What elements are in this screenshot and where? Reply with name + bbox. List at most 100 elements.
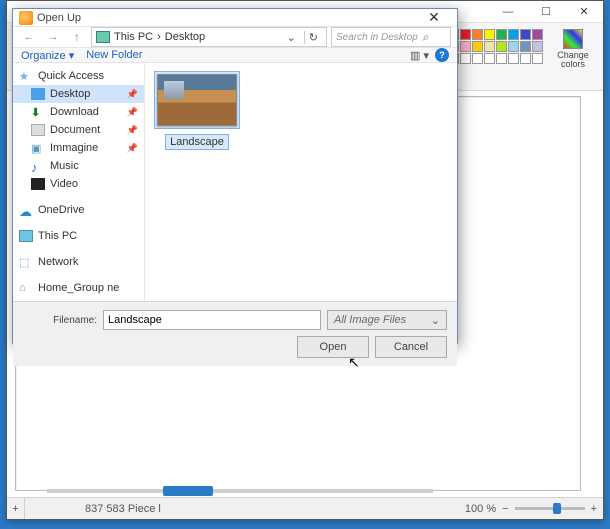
dialog-titlebar: Open Up ✕ bbox=[13, 9, 457, 27]
open-button[interactable]: Open ↖ bbox=[297, 336, 369, 358]
sidebar-item-label: OneDrive bbox=[38, 204, 84, 216]
color-swatch[interactable] bbox=[532, 53, 543, 64]
sidebar-item-desktop[interactable]: Desktop📌 bbox=[13, 85, 144, 103]
color-swatch[interactable] bbox=[520, 41, 531, 52]
color-swatch[interactable] bbox=[520, 53, 531, 64]
color-swatch[interactable] bbox=[508, 53, 519, 64]
color-swatch[interactable] bbox=[484, 29, 495, 40]
search-icon: Search in Desktop bbox=[336, 32, 418, 43]
crumb-desktop[interactable]: Desktop bbox=[165, 31, 205, 43]
sidebar-item-video[interactable]: Video bbox=[13, 175, 144, 193]
color-swatch[interactable] bbox=[508, 41, 519, 52]
pc-icon bbox=[19, 230, 33, 242]
color-swatch[interactable] bbox=[460, 53, 471, 64]
sidebar-item-network[interactable]: Network bbox=[13, 253, 144, 271]
filename-label: Filename: bbox=[23, 315, 97, 326]
color-swatch[interactable] bbox=[460, 41, 471, 52]
sidebar-item-label: Home_Group ne bbox=[38, 282, 119, 294]
crumb-pc[interactable]: This PC bbox=[114, 31, 153, 43]
pin-icon: 📌 bbox=[127, 89, 138, 100]
file-type-filter[interactable]: All Image Files bbox=[327, 310, 447, 330]
color-swatch[interactable] bbox=[484, 41, 495, 52]
breadcrumb-dropdown[interactable]: ⌄ bbox=[283, 31, 300, 44]
thumbnail-label: Landscape bbox=[165, 134, 229, 150]
sidebar-item-label: Video bbox=[50, 178, 78, 190]
color-swatch[interactable] bbox=[484, 53, 495, 64]
video-icon bbox=[31, 178, 45, 190]
view-mode-button[interactable]: ▥ ▾ bbox=[410, 49, 429, 62]
canvas-dimensions: 837 583 Piece l bbox=[85, 503, 161, 515]
color-swatch[interactable] bbox=[532, 29, 543, 40]
organize-menu[interactable]: Organize ▾ bbox=[21, 49, 74, 62]
color-swatch[interactable] bbox=[496, 41, 507, 52]
color-swatch[interactable] bbox=[460, 29, 471, 40]
up-button[interactable]: ↑ bbox=[67, 27, 87, 47]
sidebar-item-this-pc[interactable]: This PC bbox=[13, 227, 144, 245]
change-colors-label: Change colors bbox=[549, 51, 597, 69]
color-swatch[interactable] bbox=[520, 29, 531, 40]
dialog-bottom: Filename: All Image Files Open ↖ Cancel bbox=[13, 301, 457, 366]
sidebar-item-immagine[interactable]: Immagine📌 bbox=[13, 139, 144, 157]
star-icon bbox=[19, 70, 33, 82]
home-icon bbox=[19, 282, 33, 294]
chevron-right-icon: › bbox=[157, 31, 161, 43]
dl-icon bbox=[31, 106, 45, 118]
zoom-slider[interactable] bbox=[515, 507, 585, 510]
zoom-value: 100 % bbox=[465, 503, 496, 515]
sidebar-item-onedrive[interactable]: OneDrive bbox=[13, 201, 144, 219]
minimize-button[interactable]: — bbox=[489, 1, 527, 23]
sidebar-item-music[interactable]: Music bbox=[13, 157, 144, 175]
music-icon bbox=[31, 160, 45, 172]
zoom-in-icon[interactable]: + bbox=[591, 503, 597, 515]
sidebar-item-label: Document bbox=[50, 124, 100, 136]
maximize-button[interactable]: ☐ bbox=[527, 1, 565, 23]
close-button[interactable]: ✕ bbox=[565, 1, 603, 23]
refresh-button[interactable]: ↻ bbox=[304, 31, 322, 44]
color-swatch[interactable] bbox=[496, 29, 507, 40]
search-input[interactable]: Search in Desktop bbox=[331, 27, 451, 47]
dialog-close-button[interactable]: ✕ bbox=[417, 9, 451, 26]
color-swatch[interactable] bbox=[472, 29, 483, 40]
dialog-title: Open Up bbox=[37, 12, 81, 24]
color-swatch[interactable] bbox=[508, 29, 519, 40]
app-icon bbox=[19, 11, 33, 25]
pic-icon bbox=[31, 142, 45, 154]
color-swatch[interactable] bbox=[496, 53, 507, 64]
filename-input[interactable] bbox=[103, 310, 321, 330]
sidebar-item-document[interactable]: Document📌 bbox=[13, 121, 144, 139]
new-folder-button[interactable]: New Folder bbox=[86, 49, 142, 61]
forward-button[interactable]: → bbox=[43, 27, 63, 47]
sidebar-item-label: Download bbox=[50, 106, 99, 118]
help-icon[interactable]: ? bbox=[435, 48, 449, 62]
status-bar: + 837 583 Piece l 100 % − + bbox=[7, 497, 603, 519]
open-dialog: Open Up ✕ ← → ↑ This PC › Desktop ⌄ ↻ Se… bbox=[12, 8, 458, 344]
sidebar-item-label: Music bbox=[50, 160, 79, 172]
file-area[interactable]: Landscape bbox=[145, 63, 457, 301]
color-swatch[interactable] bbox=[532, 41, 543, 52]
sidebar-item-label: Quick Access bbox=[38, 70, 104, 82]
breadcrumb[interactable]: This PC › Desktop ⌄ ↻ bbox=[91, 27, 327, 47]
dialog-body: Quick AccessDesktop📌Download📌Document📌Im… bbox=[13, 63, 457, 301]
disk-icon bbox=[96, 31, 110, 43]
back-button[interactable]: ← bbox=[19, 27, 39, 47]
doc-icon bbox=[31, 124, 45, 136]
zoom-controls[interactable]: 100 % − + bbox=[465, 503, 597, 515]
zoom-out-icon[interactable]: − bbox=[502, 503, 508, 515]
add-frame-button[interactable]: + bbox=[7, 498, 25, 519]
color-swatch[interactable] bbox=[472, 41, 483, 52]
sidebar-item-quick-access[interactable]: Quick Access bbox=[13, 67, 144, 85]
thumbnail-image bbox=[157, 74, 237, 126]
sidebar-item-label: Immagine bbox=[50, 142, 98, 154]
dialog-toolbar: Organize ▾ New Folder ▥ ▾ ? bbox=[13, 48, 457, 63]
magnifier-icon bbox=[422, 30, 429, 45]
horizontal-scrollbar[interactable] bbox=[47, 489, 433, 493]
cancel-button[interactable]: Cancel bbox=[375, 336, 447, 358]
sidebar-item-home-group-ne[interactable]: Home_Group ne bbox=[13, 279, 144, 297]
desktop-icon bbox=[31, 88, 45, 100]
net-icon bbox=[19, 256, 33, 268]
file-thumbnail-landscape[interactable]: Landscape bbox=[153, 71, 241, 150]
sidebar-item-download[interactable]: Download📌 bbox=[13, 103, 144, 121]
od-icon bbox=[19, 204, 33, 216]
change-colors-button[interactable]: Change colors bbox=[549, 29, 597, 69]
color-swatch[interactable] bbox=[472, 53, 483, 64]
